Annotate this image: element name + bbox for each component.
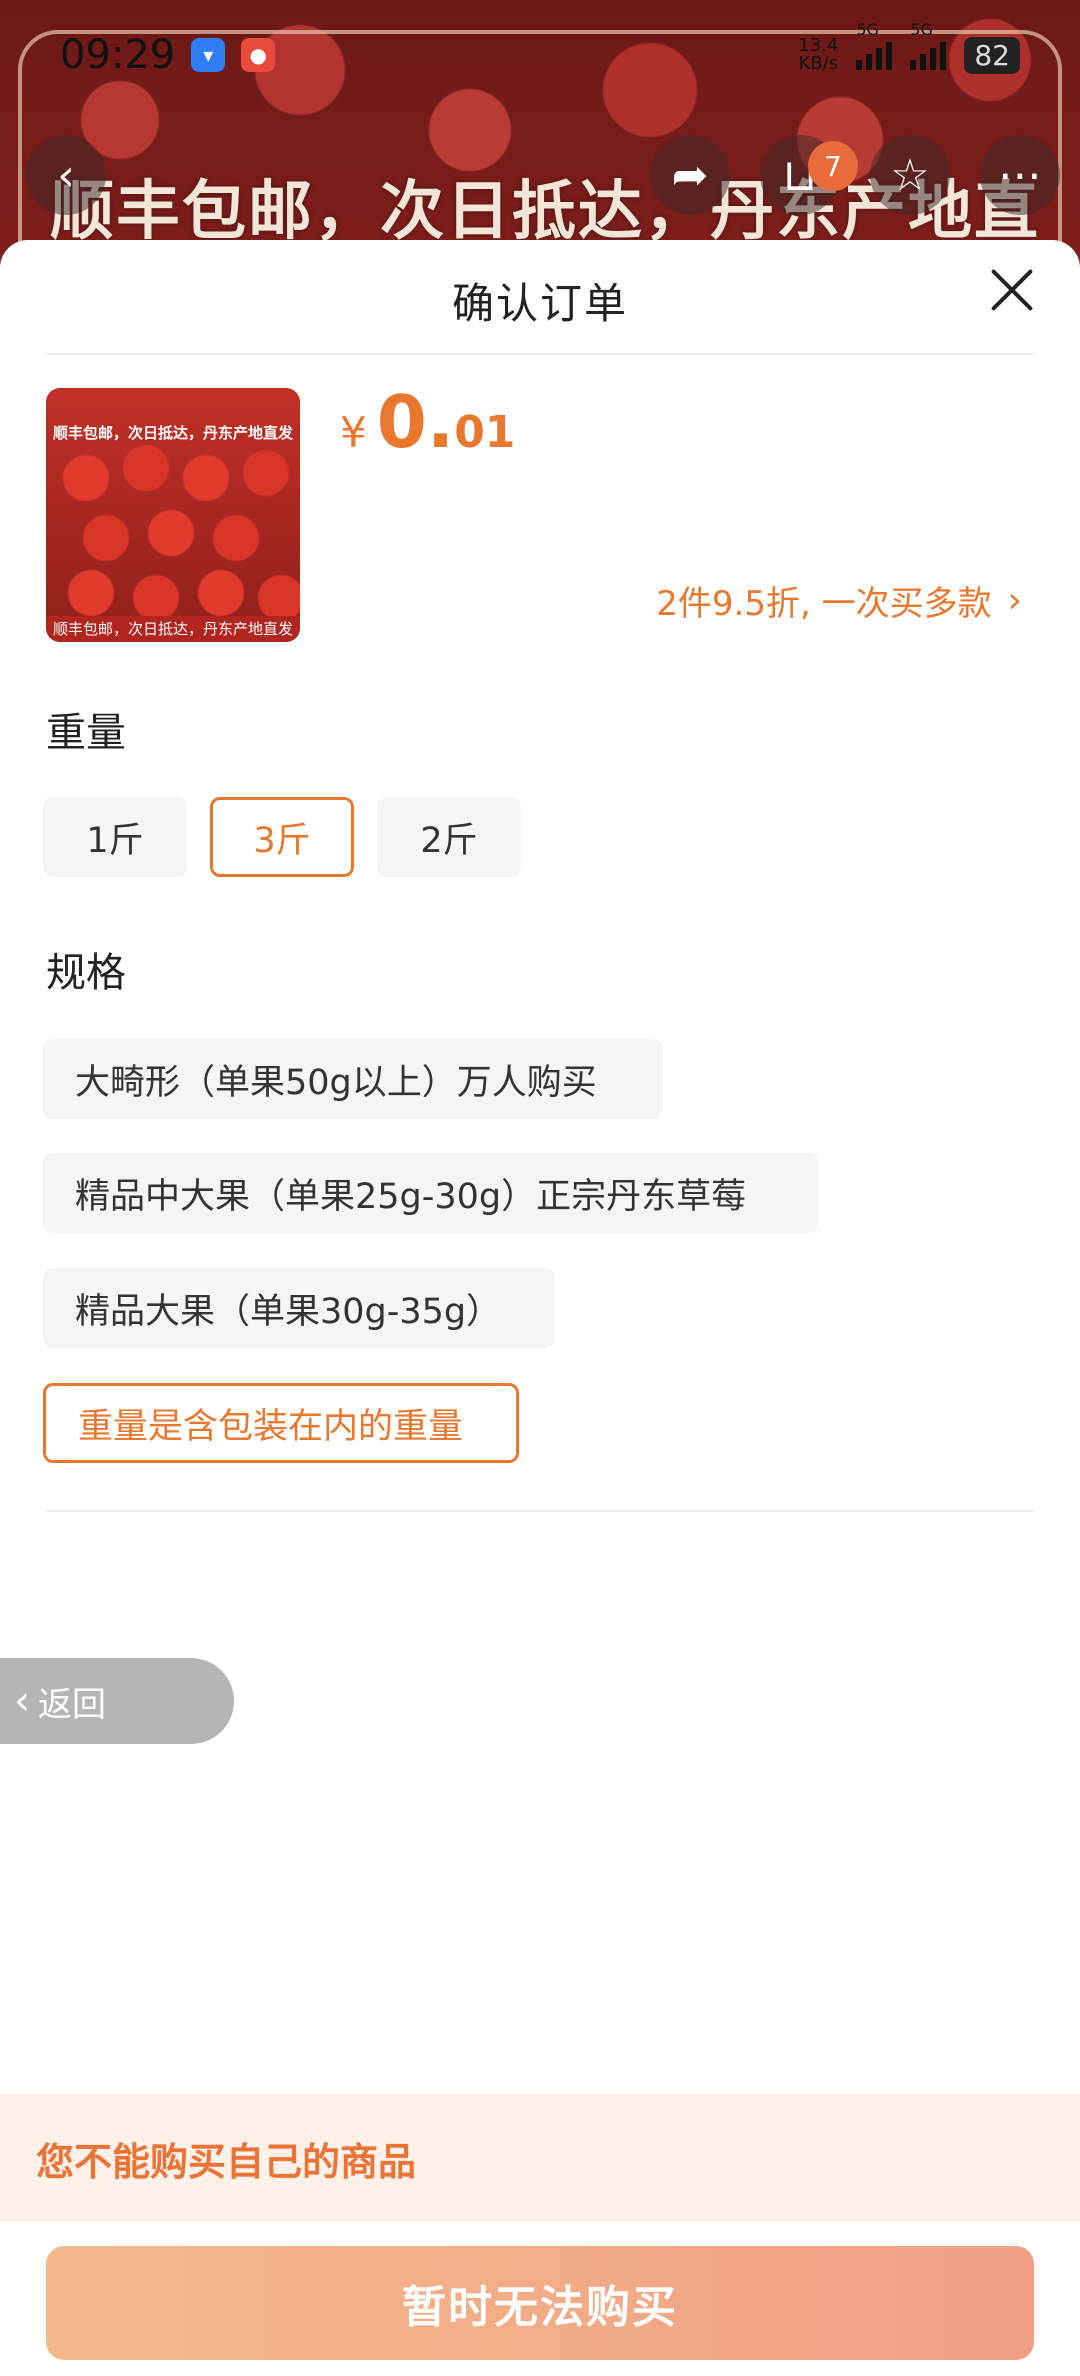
status-time: 09:29 <box>60 32 176 78</box>
weight-option-1jin[interactable]: 1斤 <box>43 797 187 877</box>
back-button[interactable]: ‹ 返回 <box>0 1658 234 1744</box>
divider <box>46 1510 1034 1512</box>
promo-link[interactable]: 2件9.5折, 一次买多款 › <box>656 576 1022 625</box>
banner-controls: ‹ ➦ ⊔ 7 ☆ ⋯ <box>0 135 1080 235</box>
spec-section-title: 规格 <box>46 950 126 996</box>
purchase-notice: 您不能购买自己的商品 <box>0 2094 1080 2222</box>
shield-app-icon: ▾ <box>191 38 226 72</box>
spec-option[interactable]: 精品中大果（单果25g-30g）正宗丹东草莓 <box>43 1153 819 1233</box>
battery-indicator: 82 <box>964 36 1020 74</box>
signal-icon: 5G <box>856 20 893 70</box>
status-bar: 09:29 ▾ ● 13.4 KB/s 5G 5G 82 <box>0 0 1080 110</box>
more-icon[interactable]: ⋯ <box>980 135 1060 215</box>
weight-option-3jin[interactable]: 3斤 <box>210 797 354 877</box>
price-integer: 0. <box>376 380 455 464</box>
signal-icon: 5G <box>910 20 947 70</box>
cart-badge: 7 <box>808 141 858 191</box>
product-thumbnail: 顺丰包邮，次日抵达，丹东产地直发 顺丰包邮，次日抵达，丹东产地直发 <box>46 388 300 642</box>
price: ¥ 0. 01 <box>340 380 515 464</box>
back-label: 返回 <box>38 1684 106 1725</box>
weight-note-tag[interactable]: 重量是含包装在内的重量 <box>43 1383 519 1463</box>
close-icon[interactable] <box>984 262 1040 318</box>
spec-option[interactable]: 大畸形（单果50g以上）万人购买 <box>43 1039 663 1119</box>
thumbnail-caption: 顺丰包邮，次日抵达，丹东产地直发 <box>46 616 300 642</box>
chevron-left-icon: ‹ <box>14 1678 30 1724</box>
weight-section-title: 重量 <box>46 710 126 756</box>
buy-button-disabled[interactable]: 暂时无法购买 <box>46 2246 1034 2360</box>
price-decimal: 01 <box>454 407 516 458</box>
price-currency: ¥ <box>340 408 367 457</box>
share-icon[interactable]: ➦ <box>650 135 730 215</box>
net-speed: 13.4 KB/s <box>798 35 839 74</box>
sheet-title: 确认订单 <box>451 279 628 328</box>
app-notification-icon: ● <box>241 38 276 72</box>
back-arrow-icon[interactable]: ‹ <box>26 135 106 215</box>
weight-option-2jin[interactable]: 2斤 <box>377 797 521 877</box>
thumbnail-headline: 顺丰包邮，次日抵达，丹东产地直发 <box>52 424 293 442</box>
star-icon[interactable]: ☆ <box>870 135 950 215</box>
promo-text: 2件9.5折, 一次买多款 <box>656 584 992 624</box>
spec-option[interactable]: 精品大果（单果30g-35g） <box>43 1268 555 1348</box>
chevron-right-icon: › <box>1007 580 1022 621</box>
sheet-header: 确认订单 <box>46 240 1034 355</box>
